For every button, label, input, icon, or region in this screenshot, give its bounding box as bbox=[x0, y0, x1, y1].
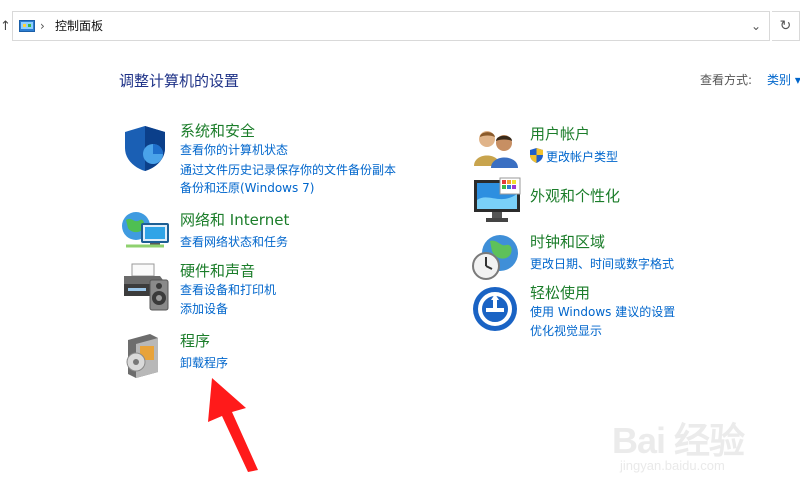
control-panel-icon bbox=[19, 20, 35, 32]
link-devices-printers[interactable]: 查看设备和打印机 bbox=[180, 282, 276, 298]
link-uninstall-program[interactable]: 卸载程序 bbox=[180, 355, 228, 371]
category-ease-of-access[interactable]: 轻松使用 bbox=[530, 283, 590, 303]
baidu-watermark: Bai 经验 jingyan.baidu.com bbox=[612, 412, 762, 482]
ease-of-access-icon[interactable] bbox=[472, 286, 518, 332]
watermark-url: jingyan.baidu.com bbox=[620, 458, 725, 473]
category-programs[interactable]: 程序 bbox=[180, 331, 210, 351]
users-icon[interactable] bbox=[472, 128, 520, 168]
view-by-label: 查看方式: bbox=[700, 73, 753, 87]
printer-icon[interactable] bbox=[120, 262, 170, 312]
refresh-button[interactable]: ↻ bbox=[772, 11, 800, 41]
link-backup-restore[interactable]: 备份和还原(Windows 7) bbox=[180, 180, 314, 196]
link-change-account-type[interactable]: 更改帐户类型 bbox=[546, 149, 618, 165]
category-appearance-personalization[interactable]: 外观和个性化 bbox=[530, 186, 620, 206]
category-network-internet[interactable]: 网络和 Internet bbox=[180, 210, 289, 230]
link-view-network-status[interactable]: 查看网络状态和任务 bbox=[180, 234, 288, 250]
page-title: 调整计算机的设置 bbox=[119, 72, 240, 90]
link-file-history-backup[interactable]: 通过文件历史记录保存你的文件备份副本 bbox=[180, 162, 396, 178]
appearance-icon[interactable] bbox=[472, 176, 522, 224]
shield-icon[interactable] bbox=[121, 124, 169, 172]
watermark-logo: Bai 经验 bbox=[612, 420, 745, 461]
address-bar[interactable]: › 控制面板 ⌄ bbox=[12, 11, 770, 41]
view-by-value[interactable]: 类别 bbox=[767, 73, 791, 87]
category-system-security[interactable]: 系统和安全 bbox=[180, 121, 255, 141]
clock-globe-icon[interactable] bbox=[470, 233, 522, 281]
category-hardware-sound[interactable]: 硬件和声音 bbox=[180, 261, 255, 281]
link-add-device[interactable]: 添加设备 bbox=[180, 301, 228, 317]
link-view-computer-status[interactable]: 查看你的计算机状态 bbox=[180, 142, 288, 158]
view-by-dropdown[interactable]: 类别 ▾ bbox=[767, 71, 800, 88]
programs-icon[interactable] bbox=[124, 332, 164, 378]
breadcrumb-control-panel[interactable]: 控制面板 bbox=[55, 18, 103, 34]
up-arrow-icon[interactable]: ↑ bbox=[0, 17, 12, 37]
uac-shield-icon bbox=[530, 148, 543, 163]
category-clock-region[interactable]: 时钟和区域 bbox=[530, 232, 605, 252]
link-recommended-windows-settings[interactable]: 使用 Windows 建议的设置 bbox=[530, 304, 675, 320]
breadcrumb-separator: › bbox=[40, 19, 45, 33]
network-icon[interactable] bbox=[120, 206, 172, 252]
category-user-accounts[interactable]: 用户帐户 bbox=[530, 124, 590, 144]
link-change-date-time-format[interactable]: 更改日期、时间或数字格式 bbox=[530, 256, 674, 272]
annotation-arrow-icon bbox=[208, 378, 258, 472]
chevron-down-icon[interactable]: ▾ bbox=[795, 73, 800, 87]
chevron-down-icon[interactable]: ⌄ bbox=[751, 18, 761, 34]
link-optimize-visual-display[interactable]: 优化视觉显示 bbox=[530, 323, 602, 339]
